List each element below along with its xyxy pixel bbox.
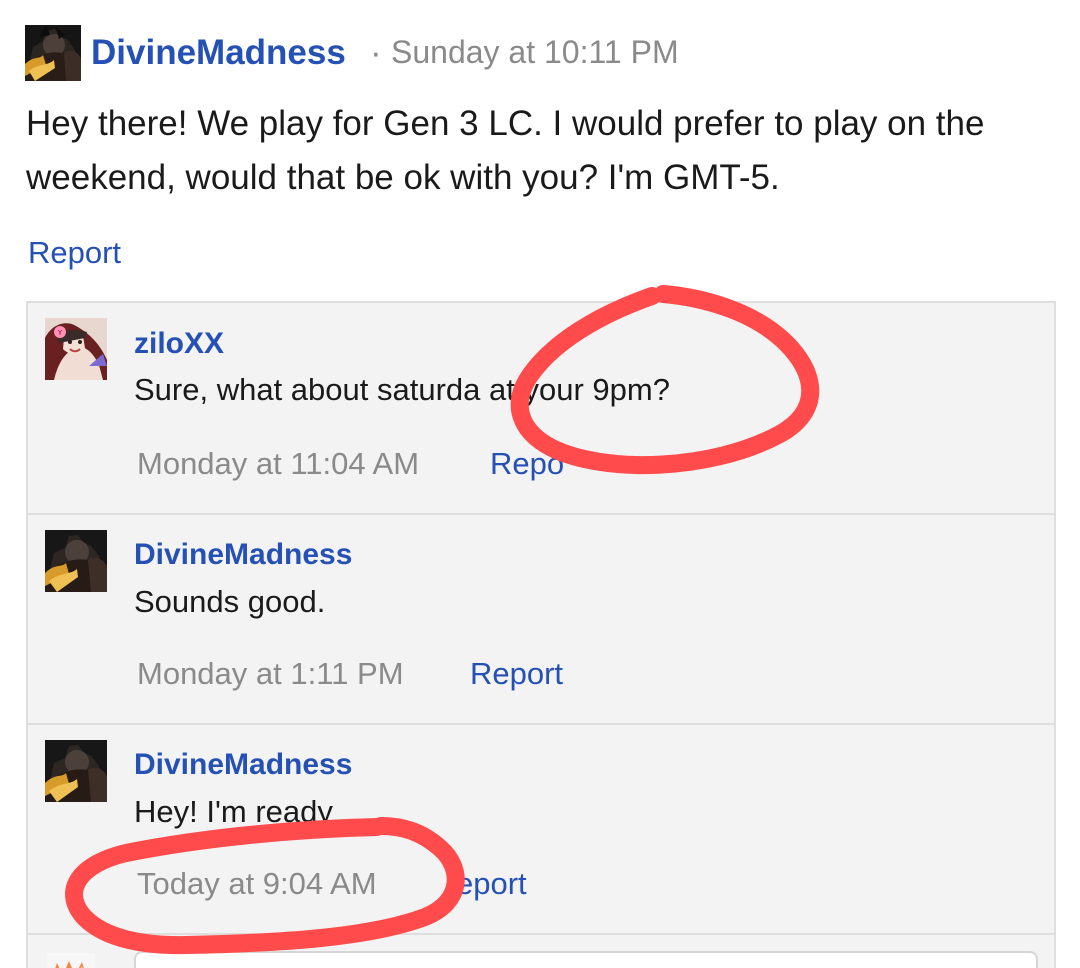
reply-divider	[28, 513, 1054, 515]
reply-body: Sounds good.	[134, 584, 326, 619]
replies-list: Y ziloXX Sure, what about saturda at you…	[26, 301, 1056, 968]
reply-report-link[interactable]: Report	[470, 656, 563, 692]
forum-thread-page: DivineMadness · Sunday at 10:11 PM Hey t…	[0, 0, 1080, 968]
reply-report-link[interactable]: eport	[456, 866, 527, 902]
reply-divider	[28, 723, 1054, 725]
post-timestamp[interactable]: Sunday at 10:11 PM	[391, 34, 679, 71]
reply-body: Hey! I'm ready	[134, 794, 333, 829]
reply-divider	[28, 933, 1054, 935]
post-author-link[interactable]: DivineMadness	[91, 33, 346, 73]
reply-author-link[interactable]: ziloXX	[134, 327, 224, 361]
reply-timestamp[interactable]: Monday at 1:11 PM	[137, 656, 404, 692]
reply-timestamp[interactable]: Monday at 11:04 AM	[137, 446, 419, 482]
meta-separator: ·	[370, 33, 382, 72]
reply-timestamp[interactable]: Today at 9:04 AM	[137, 866, 377, 902]
avatar-divinemadness-icon[interactable]	[45, 740, 107, 802]
post-body: Hey there! We play for Gen 3 LC. I would…	[26, 104, 985, 197]
avatar-ziloxx-icon[interactable]: Y	[45, 318, 107, 380]
reply-input[interactable]	[134, 951, 1038, 968]
post-report-link[interactable]: Report	[28, 235, 121, 271]
reply-body: Sure, what about saturda at your 9pm?	[134, 372, 670, 407]
reply-author-link[interactable]: DivineMadness	[134, 748, 352, 782]
svg-text:Y: Y	[57, 329, 63, 337]
avatar-divinemadness-icon[interactable]	[45, 530, 107, 592]
avatar-divinemadness-icon[interactable]	[25, 25, 81, 81]
reply-report-link[interactable]: Repo	[490, 446, 564, 482]
reply-author-link[interactable]: DivineMadness	[134, 538, 352, 572]
current-user-avatar-icon[interactable]	[47, 953, 95, 968]
